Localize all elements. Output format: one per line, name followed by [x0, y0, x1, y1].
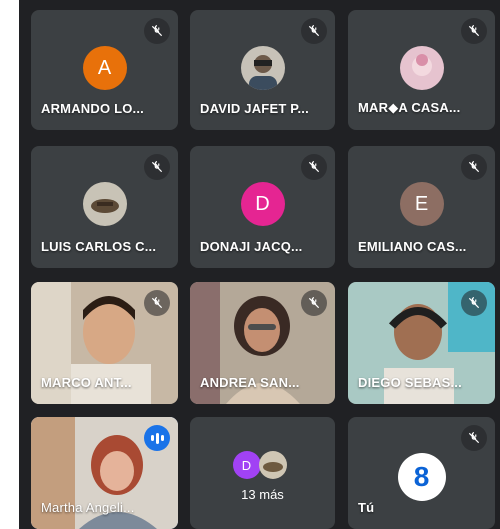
avatar: D: [240, 182, 285, 226]
participant-name: EMILIANO CAS...: [358, 239, 467, 254]
participant-name: DIEGO SEBAS...: [358, 375, 462, 390]
mic-off-icon: [144, 18, 170, 44]
participant-video-tile[interactable]: MARCO ANT...: [31, 282, 178, 404]
others-tile[interactable]: D 13 más: [190, 417, 335, 529]
participant-name: MAR◆A CASA...: [358, 100, 461, 115]
avatar: [399, 46, 444, 90]
channel-8-logo: 8: [397, 453, 446, 501]
mic-off-icon: [461, 154, 487, 180]
participant-name: ARMANDO LO...: [41, 101, 144, 116]
others-count: 13 más: [241, 487, 284, 502]
participant-video-tile[interactable]: DIEGO SEBAS...: [348, 282, 495, 404]
participant-name: DAVID JAFET P...: [200, 101, 309, 116]
participant-video-tile[interactable]: ANDREA SAN...: [190, 282, 335, 404]
avatar: E: [399, 182, 444, 226]
mic-off-icon: [144, 290, 170, 316]
meeting-grid: A ARMANDO LO... DAVID JAFET P... MAR◆A C…: [19, 0, 500, 529]
mic-off-icon: [461, 18, 487, 44]
mic-off-icon: [301, 290, 327, 316]
avatar: [240, 46, 285, 90]
left-border: [0, 0, 19, 529]
mic-off-icon: [461, 425, 487, 451]
participant-tile[interactable]: D DONAJI JACQ...: [190, 146, 335, 268]
avatar: A: [82, 46, 127, 90]
participant-tile[interactable]: A ARMANDO LO...: [31, 10, 178, 130]
avatar: D: [232, 451, 261, 479]
participant-video-tile-active[interactable]: Martha Angeli...: [31, 417, 178, 529]
participant-name: Martha Angeli...: [41, 500, 135, 515]
participant-tile[interactable]: E EMILIANO CAS...: [348, 146, 495, 268]
avatar: [82, 182, 127, 226]
others-avatars: D: [232, 451, 293, 479]
mic-off-icon: [301, 18, 327, 44]
mic-off-icon: [461, 290, 487, 316]
participant-name: DONAJI JACQ...: [200, 239, 303, 254]
participant-name: ANDREA SAN...: [200, 375, 300, 390]
mic-off-icon: [144, 154, 170, 180]
participant-name: LUIS CARLOS C...: [41, 239, 157, 254]
participant-tile[interactable]: DAVID JAFET P...: [190, 10, 335, 130]
participant-name: MARCO ANT...: [41, 375, 132, 390]
self-tile[interactable]: 8 Tú: [348, 417, 495, 529]
avatar: [258, 451, 287, 479]
participant-tile[interactable]: MAR◆A CASA...: [348, 10, 495, 130]
mic-off-icon: [301, 154, 327, 180]
participant-tile[interactable]: LUIS CARLOS C...: [31, 146, 178, 268]
speaking-indicator-icon: [144, 425, 170, 451]
participant-name: Tú: [358, 500, 375, 515]
